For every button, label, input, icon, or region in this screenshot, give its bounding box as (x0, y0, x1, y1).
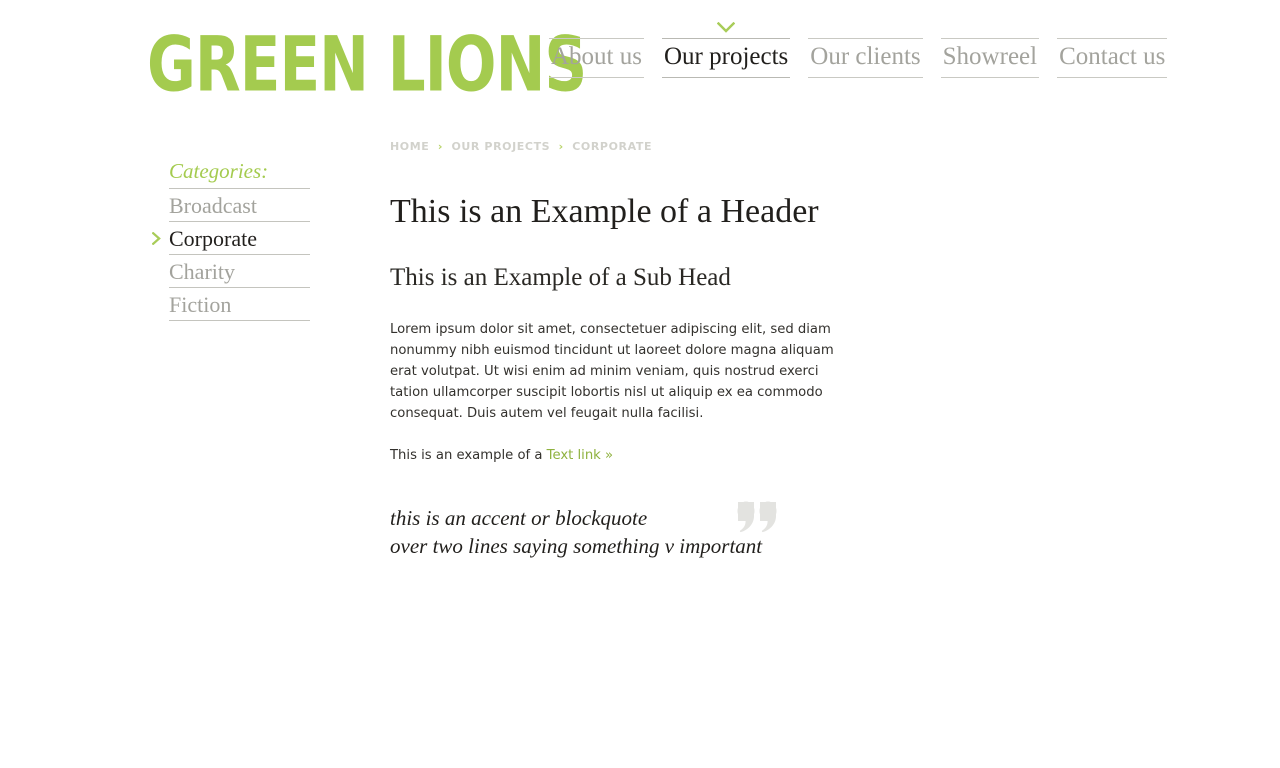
nav-item-showreel[interactable]: Showreel (940, 38, 1040, 78)
sidebar-item-broadcast[interactable]: Broadcast (169, 188, 310, 221)
categories-title: Categories: (169, 159, 269, 183)
breadcrumb-item-corporate: CORPORATE (572, 140, 653, 153)
sidebar-item-corporate[interactable]: Corporate (152, 221, 310, 254)
nav-item-our-clients[interactable]: Our clients (808, 38, 923, 78)
blockquote-line-2: over two lines saying something v import… (390, 534, 763, 559)
sidebar-item-label: Fiction (169, 292, 232, 317)
nav-item-label: Our projects (663, 43, 789, 70)
page-title: This is an Example of a Header (390, 193, 819, 230)
breadcrumb-separator-icon: › (437, 140, 443, 153)
blockquote: this is an accent or blockquote over two… (390, 466, 790, 561)
nav-item-label: About us (551, 43, 642, 70)
body-paragraph: Lorem ipsum dolor sit amet, consectetuer… (390, 322, 834, 421)
chevron-down-icon (717, 22, 736, 33)
main-content: HOME › OUR PROJECTS › CORPORATE This is … (390, 140, 850, 561)
nav-item-label: Our clients (810, 43, 921, 70)
text-link-lead: This is an example of a (390, 447, 547, 463)
sidebar-item-label: Broadcast (169, 193, 257, 218)
sidebar-item-label: Charity (169, 259, 235, 284)
nav-item-label: Showreel (942, 43, 1038, 70)
blockquote-line-1: this is an accent or blockquote (390, 505, 648, 530)
sidebar-item-label: Corporate (169, 226, 257, 251)
sidebar-item-charity[interactable]: Charity (169, 254, 310, 287)
chevron-right-icon (152, 232, 162, 245)
page-subhead: This is an Example of a Sub Head (390, 264, 731, 291)
sidebar-item-fiction[interactable]: Fiction (169, 287, 310, 321)
breadcrumb: HOME › OUR PROJECTS › CORPORATE (390, 140, 850, 154)
nav-item-contact-us[interactable]: Contact us (1057, 38, 1168, 78)
main-navigation: About us Our projects Our clients Showre… (549, 22, 1168, 78)
breadcrumb-separator-icon: › (558, 140, 564, 153)
text-link-line: This is an example of a Text link » (390, 425, 850, 466)
categories-sidebar: Categories: Broadcast Corporate Charity … (152, 158, 310, 321)
nav-item-label: Contact us (1059, 43, 1166, 70)
text-link[interactable]: Text link » (547, 448, 613, 463)
nav-item-our-projects[interactable]: Our projects (661, 22, 791, 78)
nav-item-about-us[interactable]: About us (549, 38, 644, 78)
breadcrumb-item-our-projects[interactable]: OUR PROJECTS (451, 140, 550, 153)
site-logo[interactable]: GREEN LIONS (147, 25, 587, 104)
page-header: GREEN LIONS About us Our projects Our cl… (0, 0, 1280, 120)
category-list: Broadcast Corporate Charity Fiction (152, 188, 310, 321)
breadcrumb-item-home[interactable]: HOME (390, 140, 429, 153)
